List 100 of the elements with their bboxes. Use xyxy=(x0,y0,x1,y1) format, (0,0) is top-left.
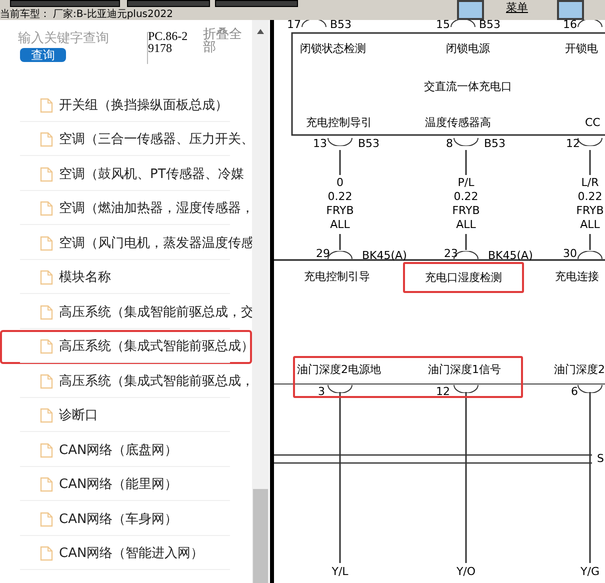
tree-item-label: 诊断口 xyxy=(59,407,98,425)
tree-item-label: 空调（鼓风机、PT传感器、冷媒 xyxy=(59,166,244,184)
connector-label: BK45(A) xyxy=(488,250,533,261)
document-icon xyxy=(40,374,53,389)
tree-item-label: CAN网络（车身网） xyxy=(59,510,178,528)
tree-item-label: CAN网络（底盘网） xyxy=(59,442,178,460)
vehicle-value: 厂家:B-比亚迪元plus2022 xyxy=(53,9,173,20)
pin-number: 17 xyxy=(287,20,301,30)
toolbar-button[interactable] xyxy=(127,0,210,7)
panel-toggle-icon[interactable] xyxy=(457,0,484,20)
search-field[interactable]: 输入关键字查询 xyxy=(18,30,112,48)
pin-arc-icon xyxy=(453,137,479,146)
wire-spec-label: 0.22 xyxy=(578,191,602,202)
vehicle-label: 当前车型： xyxy=(0,9,50,20)
signal-label: 充电控制引导 xyxy=(304,271,370,282)
tree-item[interactable]: 模块名称 xyxy=(0,260,252,295)
wire-spec-label: FRYB xyxy=(326,205,354,216)
pin-function-label: 闭锁电源 xyxy=(446,43,490,54)
document-icon xyxy=(40,98,53,113)
pin-function-label: 闭锁状态检测 xyxy=(300,43,366,54)
split-view-icon[interactable] xyxy=(557,0,584,20)
pin-arc-icon xyxy=(453,384,479,393)
tree-item[interactable]: 空调（鼓风机、PT传感器、冷媒 xyxy=(0,157,252,192)
tree-item[interactable]: 空调（三合一传感器、压力开关、 xyxy=(0,122,252,157)
document-icon xyxy=(40,166,53,182)
pin-arc-icon xyxy=(450,20,476,28)
pin-arc-icon xyxy=(577,384,603,393)
tree-item[interactable]: CAN网络（能里网） xyxy=(0,468,252,502)
wire-spec-label: ALL xyxy=(456,219,476,230)
search-button[interactable]: 查询 xyxy=(20,48,66,62)
pin-number: 3 xyxy=(318,386,325,397)
tree-item[interactable]: 高压系统（集成式智能前驱总成， xyxy=(0,364,252,398)
connector-label: BK45(A) xyxy=(362,250,407,261)
scroll-up-icon[interactable] xyxy=(257,29,264,34)
document-icon xyxy=(40,270,53,286)
tree-item-label: 空调（三合一传感器、压力开关、 xyxy=(59,131,254,149)
document-icon xyxy=(40,477,53,492)
diagram-code: PC.86-29178 xyxy=(148,30,189,54)
document-icon xyxy=(40,408,53,424)
pin-function-label: 开锁电 xyxy=(565,43,598,54)
pin-number: 13 xyxy=(313,138,327,149)
connector-label: B53 xyxy=(484,138,506,149)
signal-label: 油门深度2电源地 xyxy=(297,364,381,375)
tree-item[interactable]: CAN网络（车身网） xyxy=(0,502,252,536)
tree-item[interactable]: 空调（燃油加热器，湿度传感器， xyxy=(0,192,252,226)
pin-arc-icon xyxy=(301,20,327,28)
connector-label: B53 xyxy=(330,20,352,30)
pin-number: 12 xyxy=(566,138,580,149)
tree-item[interactable]: 诊断口 xyxy=(0,398,252,433)
pin-arc-icon xyxy=(577,137,603,146)
document-icon xyxy=(40,304,53,320)
document-icon xyxy=(40,339,53,354)
toolbar-button[interactable] xyxy=(215,0,298,7)
wire-spec-label: FRYB xyxy=(452,205,480,216)
pin-number: 15 xyxy=(436,20,450,30)
document-icon xyxy=(40,132,53,148)
wire-spec-label: Y/O xyxy=(456,566,476,577)
pin-arc-icon xyxy=(327,384,353,393)
signal-label: 充电连接 xyxy=(555,271,599,282)
pin-arc-icon xyxy=(577,251,603,260)
wire-spec-label: 0.22 xyxy=(328,191,352,202)
signal-label: 充电口湿度检测 xyxy=(403,262,524,293)
tree-item-label: CAN网络（智能进入网） xyxy=(59,545,204,563)
wire-spec-label: P/L xyxy=(458,177,474,188)
scrollbar-thumb[interactable] xyxy=(253,489,268,583)
pin-number: 23 xyxy=(444,248,458,259)
signal-label: 油门深度1信号 xyxy=(428,364,501,375)
bus-label: S xyxy=(597,453,604,464)
pin-arc-icon xyxy=(577,20,603,28)
pin-function-label: 充电控制导引 xyxy=(306,117,372,128)
document-icon xyxy=(40,546,53,562)
tree-item-label: CAN网络（能里网） xyxy=(59,476,178,494)
wire-spec-label: 0.22 xyxy=(454,191,478,202)
tree-item-label: 高压系统（集成式智能前驱总成， xyxy=(59,372,254,390)
document-icon xyxy=(40,512,53,527)
tree-item-label: 模块名称 xyxy=(59,269,111,287)
connector-label: B53 xyxy=(358,138,380,149)
pin-number: 16 xyxy=(563,20,577,30)
wire-spec-label: Y/G xyxy=(580,566,600,577)
menu-link[interactable]: 菜单 xyxy=(506,2,528,14)
tree-item[interactable]: CAN网络（智能进入网） xyxy=(0,536,252,571)
tree-item[interactable]: 高压系统（集成式智能前驱总成） xyxy=(0,330,252,364)
toolbar-button[interactable] xyxy=(10,0,120,7)
pin-number: 8 xyxy=(446,138,453,149)
tree-item[interactable]: 开关组（换挡操纵面板总成） xyxy=(0,88,252,122)
wire-spec-label: ALL xyxy=(580,219,600,230)
document-icon xyxy=(40,201,53,216)
tree-item-label: 空调（燃油加热器，湿度传感器， xyxy=(59,200,254,218)
pin-arc-icon xyxy=(327,137,353,146)
wire-spec-label: Y/L xyxy=(332,566,348,577)
pin-function-label: CC xyxy=(585,117,600,128)
pin-number: 12 xyxy=(436,386,450,397)
tree-item[interactable]: CAN网络（底盘网） xyxy=(0,433,252,468)
pin-number: 6 xyxy=(571,386,578,397)
wire-spec-label: ALL xyxy=(330,219,350,230)
collapse-all-button[interactable]: 折叠全部 xyxy=(203,28,243,54)
wire-spec-label: FRYB xyxy=(576,205,604,216)
pin-number: 29 xyxy=(316,248,330,259)
document-icon xyxy=(40,442,53,458)
signal-label: 油门深度2 xyxy=(554,364,605,375)
